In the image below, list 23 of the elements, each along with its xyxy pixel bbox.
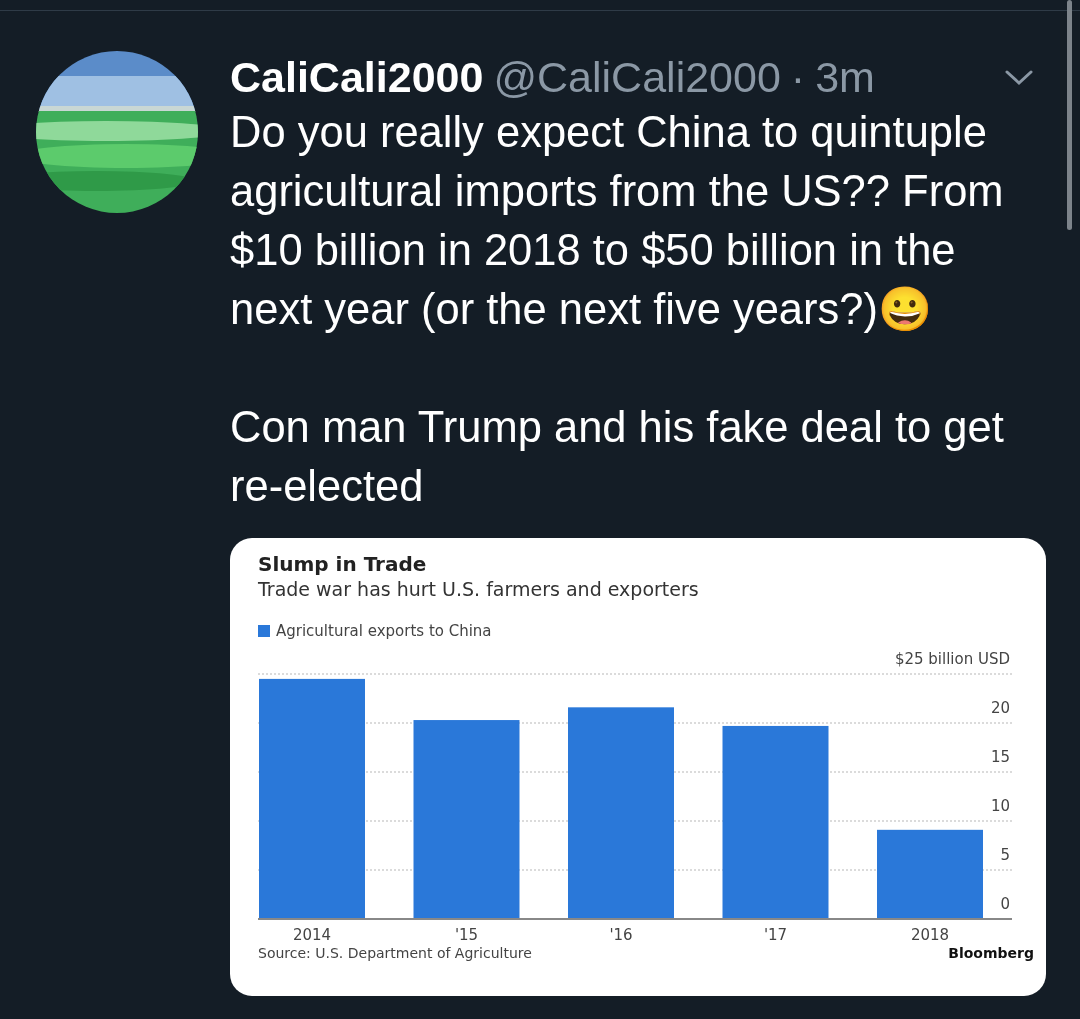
axis-tick-label: $25 billion USD: [894, 650, 1010, 668]
tweet-text: Do you really expect China to quintuple agricultural imports from the US?? From $10 billion in 2018 to $50 billion in the next year (or the next five years?)😀: [230, 107, 1005, 335]
author-name: CaliCali2000: [230, 52, 484, 102]
author-handle: @CaliCali2000: [493, 52, 781, 102]
timestamp: 3m: [815, 52, 875, 102]
axis-category-label: '15: [454, 926, 479, 941]
axis-tick-label: 0: [1000, 895, 1010, 913]
tweet-text: Con man Trump and his fake deal to get re-elected: [230, 402, 1005, 512]
axis-category-label: 2014: [292, 926, 332, 941]
separator-dot: ·: [790, 52, 806, 102]
axis-tick-label: 15: [990, 748, 1010, 766]
axis-tick-label: 20: [990, 699, 1010, 717]
chart-title: Slump in Trade: [258, 552, 428, 576]
source-note: Source: U.S. Department of Agriculture: [258, 945, 532, 961]
chart-subtitle: Trade war has hurt U.S. farmers and exporters: [258, 578, 700, 600]
axis-category-label: '17: [763, 926, 788, 941]
axis-category-label: 2018: [910, 926, 950, 941]
publisher-credit: Bloomberg: [948, 945, 1034, 961]
axis-category-label: '16: [609, 926, 633, 941]
legend-label: Agricultural exports to China: [276, 622, 492, 640]
scrollbar[interactable]: [1067, 0, 1072, 230]
axis-tick-label: 5: [1000, 846, 1010, 864]
axis-tick-label: 10: [990, 797, 1010, 815]
